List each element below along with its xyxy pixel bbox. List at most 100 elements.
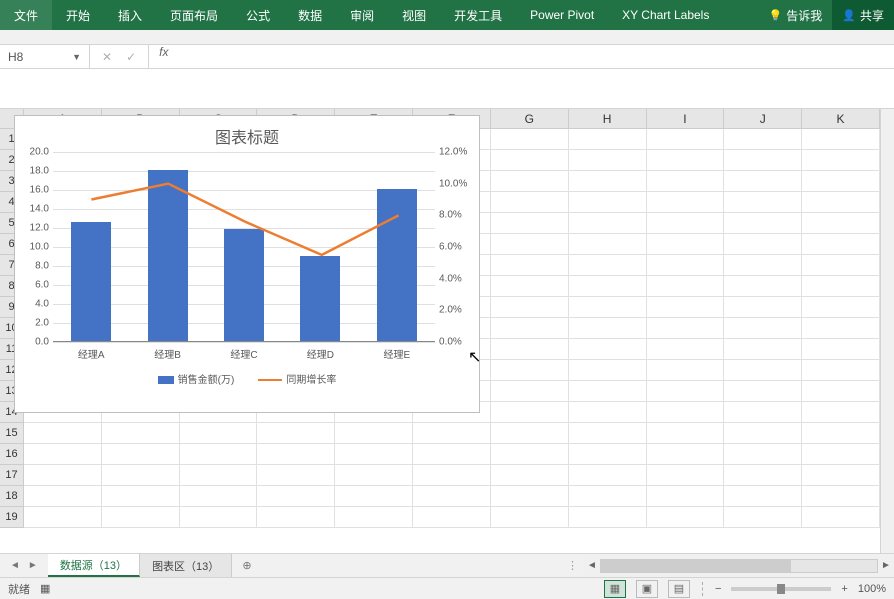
chart-object[interactable]: 图表标题 0.02.04.06.08.010.012.014.016.018.0… — [14, 115, 480, 413]
cell[interactable] — [647, 360, 725, 381]
cell[interactable] — [569, 339, 647, 360]
cell[interactable] — [569, 192, 647, 213]
cell[interactable] — [647, 381, 725, 402]
cell[interactable] — [724, 423, 802, 444]
row-header-15[interactable]: 15 — [0, 423, 24, 444]
cell[interactable] — [491, 129, 569, 150]
cell[interactable] — [491, 234, 569, 255]
tab-insert[interactable]: 插入 — [104, 0, 156, 30]
cell[interactable] — [569, 255, 647, 276]
cell[interactable] — [24, 444, 102, 465]
cell[interactable] — [802, 150, 880, 171]
tab-xy-chart-labels[interactable]: XY Chart Labels — [608, 0, 723, 30]
cell[interactable] — [413, 507, 491, 528]
cell[interactable] — [257, 486, 335, 507]
cell[interactable] — [491, 297, 569, 318]
cell[interactable] — [102, 465, 180, 486]
cell[interactable] — [802, 276, 880, 297]
cell[interactable] — [802, 213, 880, 234]
cell[interactable] — [724, 276, 802, 297]
cell[interactable] — [724, 486, 802, 507]
row-header-18[interactable]: 18 — [0, 486, 24, 507]
tab-developer[interactable]: 开发工具 — [440, 0, 516, 30]
cell[interactable] — [647, 213, 725, 234]
cell[interactable] — [647, 318, 725, 339]
cell[interactable] — [180, 486, 258, 507]
cell[interactable] — [180, 423, 258, 444]
cell[interactable] — [569, 213, 647, 234]
cell[interactable] — [569, 465, 647, 486]
sheet-tab-chart-area[interactable]: 图表区（13） — [140, 554, 232, 577]
cell[interactable] — [724, 318, 802, 339]
sheet-nav-next[interactable]: ► — [28, 560, 38, 571]
cell[interactable] — [724, 213, 802, 234]
cell[interactable] — [802, 297, 880, 318]
cell[interactable] — [491, 507, 569, 528]
cell[interactable] — [569, 444, 647, 465]
cell[interactable] — [102, 507, 180, 528]
cell[interactable] — [569, 402, 647, 423]
cell[interactable] — [491, 486, 569, 507]
cell[interactable] — [569, 381, 647, 402]
cell[interactable] — [491, 192, 569, 213]
cell[interactable] — [413, 423, 491, 444]
vertical-scrollbar[interactable] — [880, 109, 894, 553]
cell[interactable] — [647, 402, 725, 423]
cell[interactable] — [802, 507, 880, 528]
cell[interactable] — [569, 360, 647, 381]
zoom-level[interactable]: 100% — [858, 583, 886, 595]
cell[interactable] — [491, 465, 569, 486]
cell[interactable] — [335, 465, 413, 486]
horizontal-scrollbar[interactable]: ◄ ► — [584, 554, 894, 577]
cell[interactable] — [491, 444, 569, 465]
zoom-handle[interactable] — [777, 584, 785, 594]
sheet-ellipsis-icon[interactable]: ⋮ — [567, 559, 578, 572]
col-header-H[interactable]: H — [569, 109, 647, 129]
cell[interactable] — [647, 150, 725, 171]
cell[interactable] — [491, 318, 569, 339]
cell[interactable] — [24, 486, 102, 507]
cell[interactable] — [724, 150, 802, 171]
cell[interactable] — [335, 423, 413, 444]
legend-entry-bar[interactable]: 销售金额(万) — [158, 371, 235, 386]
cell[interactable] — [24, 423, 102, 444]
sheet-tab-data-source[interactable]: 数据源（13） — [48, 554, 140, 577]
cell[interactable] — [647, 339, 725, 360]
cell[interactable] — [491, 423, 569, 444]
tab-view[interactable]: 视图 — [388, 0, 440, 30]
cell[interactable] — [724, 297, 802, 318]
cell[interactable] — [802, 192, 880, 213]
cell[interactable] — [491, 255, 569, 276]
row-header-16[interactable]: 16 — [0, 444, 24, 465]
line-series[interactable] — [53, 152, 435, 341]
cell[interactable] — [569, 486, 647, 507]
cell[interactable] — [724, 402, 802, 423]
tab-review[interactable]: 审阅 — [336, 0, 388, 30]
cell[interactable] — [802, 318, 880, 339]
cell[interactable] — [724, 339, 802, 360]
cell[interactable] — [724, 465, 802, 486]
zoom-in-button[interactable]: + — [841, 583, 847, 595]
cell[interactable] — [335, 507, 413, 528]
cell[interactable] — [257, 465, 335, 486]
cell[interactable] — [24, 507, 102, 528]
tab-page-layout[interactable]: 页面布局 — [156, 0, 232, 30]
cell[interactable] — [802, 486, 880, 507]
cell[interactable] — [491, 339, 569, 360]
tab-data[interactable]: 数据 — [284, 0, 336, 30]
cell[interactable] — [413, 486, 491, 507]
cell[interactable] — [802, 444, 880, 465]
view-page-break-icon[interactable]: ▤ — [668, 580, 690, 598]
cell[interactable] — [802, 129, 880, 150]
cell[interactable] — [724, 360, 802, 381]
cell[interactable] — [413, 465, 491, 486]
cell[interactable] — [724, 381, 802, 402]
view-normal-icon[interactable]: ▦ — [604, 580, 626, 598]
cell[interactable] — [802, 339, 880, 360]
cell[interactable] — [102, 486, 180, 507]
fx-label[interactable]: fx — [149, 45, 178, 68]
zoom-out-button[interactable]: − — [715, 583, 721, 595]
scroll-right-icon[interactable]: ► — [878, 560, 894, 571]
chart-plot-area[interactable]: 0.02.04.06.08.010.012.014.016.018.020.00… — [53, 152, 435, 342]
cell[interactable] — [257, 444, 335, 465]
